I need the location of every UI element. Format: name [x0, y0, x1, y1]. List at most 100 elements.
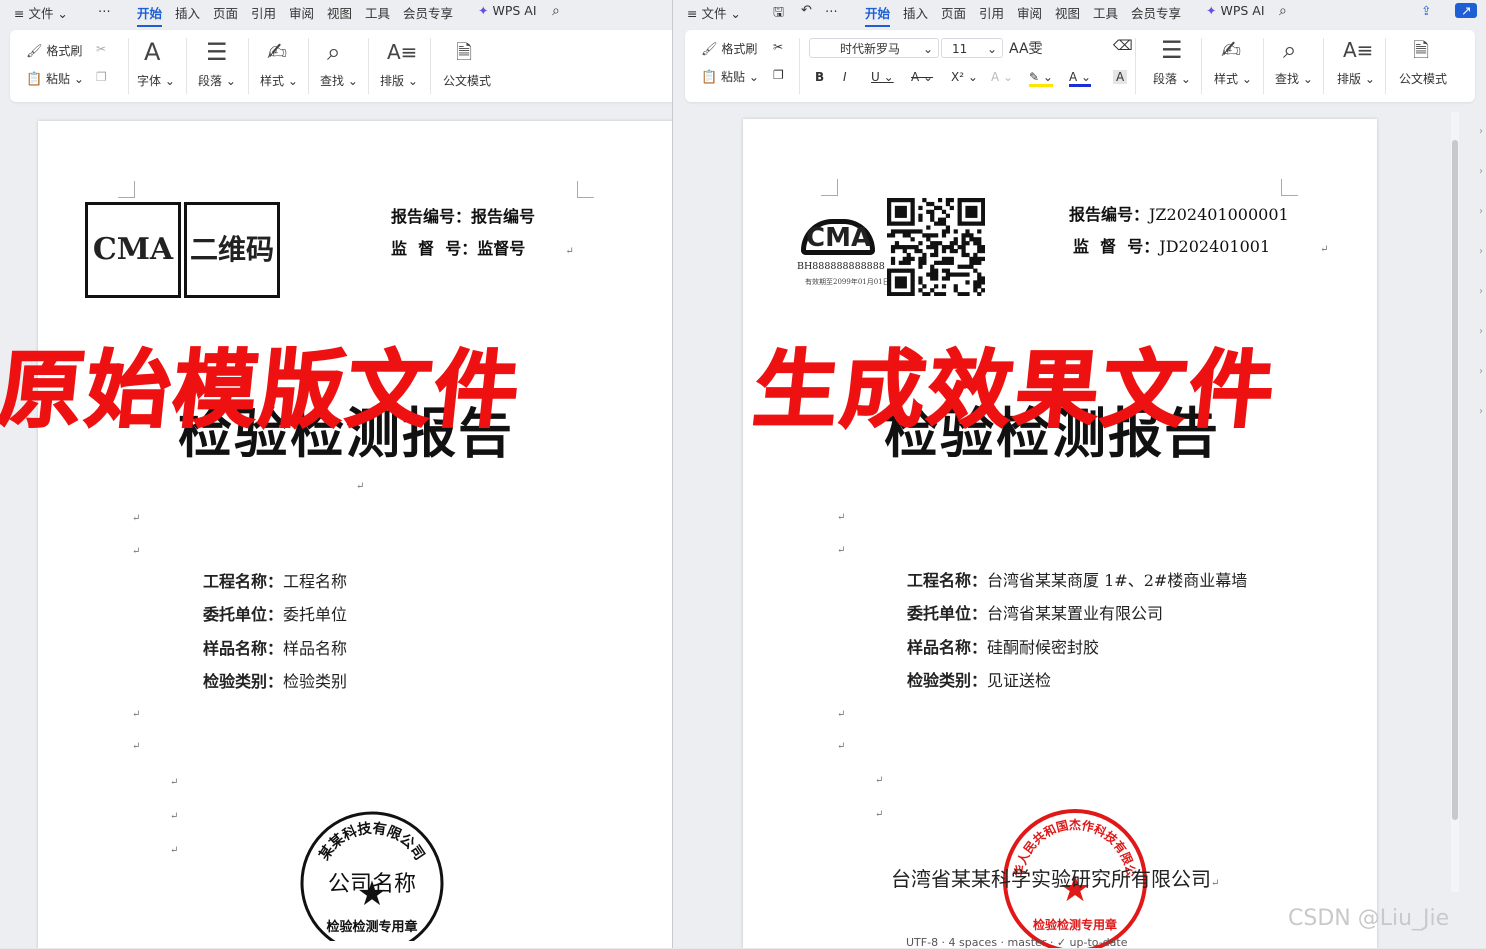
qr-module	[934, 233, 939, 238]
left-document-page[interactable]: CMA 二维码 报告编号：报告编号 监 督 号：监督号 ↵ 检验检测报告 ↵ ↵ …	[38, 121, 672, 948]
right-menu-more[interactable]: ⋯	[825, 3, 838, 18]
qr-module	[934, 252, 939, 258]
paragraph-icon: ☰	[206, 38, 228, 66]
left-font-button[interactable]: 字体 ⌄	[137, 72, 175, 89]
cma-number: BH888888888888	[797, 261, 885, 272]
right-menu-file[interactable]: ≡ 文件 ⌄	[687, 3, 741, 22]
right-copy-icon[interactable]: ❐	[773, 68, 784, 82]
right-tab-tools[interactable]: 工具	[1093, 3, 1118, 22]
qr-module	[969, 233, 974, 238]
qr-module	[941, 209, 947, 214]
qr-module	[914, 229, 919, 234]
right-tab-member[interactable]: 会员专享	[1131, 3, 1181, 22]
italic-icon[interactable]: I	[843, 70, 847, 84]
font-icon: A	[144, 38, 161, 66]
cloud-sync-icon[interactable]: ⇪	[1421, 3, 1431, 18]
font-name-select[interactable]: 时代新罗马 ⌄	[809, 38, 939, 58]
left-layout-button[interactable]: 排版 ⌄	[380, 72, 418, 89]
left-wps-ai-button[interactable]: ✦ WPS AI	[478, 3, 537, 18]
bold-icon[interactable]: B	[815, 70, 824, 84]
qr-module	[894, 229, 900, 234]
qr-module	[953, 272, 958, 277]
left-paste-button[interactable]: 📋 粘贴 ⌄	[26, 70, 84, 87]
left-tab-page[interactable]: 页面	[213, 3, 238, 22]
left-tab-review[interactable]: 审阅	[289, 3, 314, 22]
right-tab-home[interactable]: 开始	[865, 3, 891, 27]
highlight-icon[interactable]: ✎ ⌄	[1029, 70, 1053, 87]
left-menu-more[interactable]: ⋯	[98, 3, 111, 18]
qr-module	[922, 260, 927, 265]
left-tab-view[interactable]: 视图	[327, 3, 352, 22]
left-tab-insert[interactable]: 插入	[175, 3, 200, 22]
scrollbar-thumb[interactable]	[1452, 140, 1458, 820]
qr-module	[973, 209, 978, 214]
qr-module	[973, 260, 978, 265]
left-search-icon[interactable]: ⌕	[552, 3, 560, 19]
underline-icon[interactable]: U ⌄	[871, 70, 894, 84]
text-effect-icon[interactable]: A ⌄	[991, 70, 1013, 84]
right-tab-view[interactable]: 视图	[1055, 3, 1080, 22]
left-tab-tools[interactable]: 工具	[365, 3, 390, 22]
qr-module	[937, 217, 943, 222]
font-size-select[interactable]: 11 ⌄	[941, 38, 1003, 58]
qr-module	[941, 217, 947, 222]
left-tab-references[interactable]: 引用	[251, 3, 276, 22]
right-wps-ai-button[interactable]: ✦ WPS AI	[1206, 3, 1265, 18]
right-layout-button[interactable]: 排版 ⌄	[1337, 70, 1375, 87]
share-button[interactable]: ↗	[1455, 3, 1478, 18]
char-shading-icon[interactable]: A	[1113, 70, 1128, 84]
qr-module	[922, 292, 927, 296]
qr-module	[981, 288, 985, 293]
grow-shrink-font-icon[interactable]: AA雯	[1009, 38, 1043, 58]
left-official-mode-button[interactable]: 公文模式	[443, 72, 491, 89]
find-icon: ⌕	[327, 38, 341, 66]
qr-module	[937, 260, 943, 265]
right-search-icon[interactable]: ⌕	[1279, 3, 1287, 19]
strikethrough-icon[interactable]: A ⌄	[911, 70, 933, 84]
left-styles-button[interactable]: 样式 ⌄	[260, 72, 298, 89]
qr-module	[949, 241, 954, 246]
right-official-mode-button[interactable]: 公文模式	[1399, 70, 1447, 87]
left-menu-file[interactable]: ≡ 文件 ⌄	[14, 3, 68, 22]
left-copy-icon[interactable]: ❐	[96, 70, 107, 84]
right-find-button[interactable]: 查找 ⌄	[1275, 70, 1313, 87]
vertical-scrollbar[interactable]	[1451, 112, 1459, 892]
report-number-line: 报告编号：报告编号	[391, 207, 536, 226]
qr-module	[898, 276, 903, 281]
qr-module	[973, 288, 978, 293]
qr-module	[922, 233, 927, 238]
qr-module	[887, 213, 892, 218]
clear-format-icon[interactable]: ⌫	[1113, 38, 1133, 54]
left-tab-home[interactable]: 开始	[137, 3, 163, 27]
left-find-button[interactable]: 查找 ⌄	[320, 72, 358, 89]
right-tab-references[interactable]: 引用	[979, 3, 1004, 22]
left-cut-icon[interactable]: ✂	[96, 42, 106, 56]
right-tab-insert[interactable]: 插入	[903, 3, 928, 22]
superscript-icon[interactable]: X² ⌄	[951, 70, 978, 84]
font-color-icon[interactable]: A ⌄	[1069, 70, 1092, 87]
left-tab-member[interactable]: 会员专享	[403, 3, 453, 22]
qr-module	[902, 256, 907, 262]
right-document-page[interactable]: CMA BH888888888888 有效期至2099年01月01日 报告编号：…	[743, 119, 1377, 948]
right-paragraph-button[interactable]: 段落 ⌄	[1153, 70, 1191, 87]
paragraph-mark: ↵	[837, 545, 846, 556]
undo-icon[interactable]: ↶	[801, 3, 812, 18]
right-paste-button[interactable]: 📋 粘贴 ⌄	[701, 68, 759, 85]
right-tab-page[interactable]: 页面	[941, 3, 966, 22]
qr-module	[930, 217, 935, 222]
qr-module	[949, 245, 954, 250]
qr-module	[977, 229, 982, 234]
right-styles-button[interactable]: 样式 ⌄	[1214, 70, 1252, 87]
side-tool-rail[interactable]: › › › › › › › ›	[1479, 112, 1486, 452]
left-paragraph-button[interactable]: 段落 ⌄	[198, 72, 236, 89]
right-document-window: ≡ 文件 ⌄ 🖫 ↶ ⋯ 开始 插入 页面 引用 审阅 视图 工具 会员专享 ✦…	[672, 0, 1486, 948]
qr-module	[930, 276, 935, 281]
right-tab-review[interactable]: 审阅	[1017, 3, 1042, 22]
qr-module	[922, 284, 927, 289]
right-format-painter-button[interactable]: 🖌 格式刷	[701, 40, 757, 57]
paragraph-mark: ↵	[837, 709, 846, 720]
right-cut-icon[interactable]: ✂	[773, 40, 783, 54]
qr-module	[934, 284, 939, 289]
left-format-painter-button[interactable]: 🖌 格式刷	[26, 42, 82, 59]
save-icon[interactable]: 🖫	[773, 3, 784, 25]
